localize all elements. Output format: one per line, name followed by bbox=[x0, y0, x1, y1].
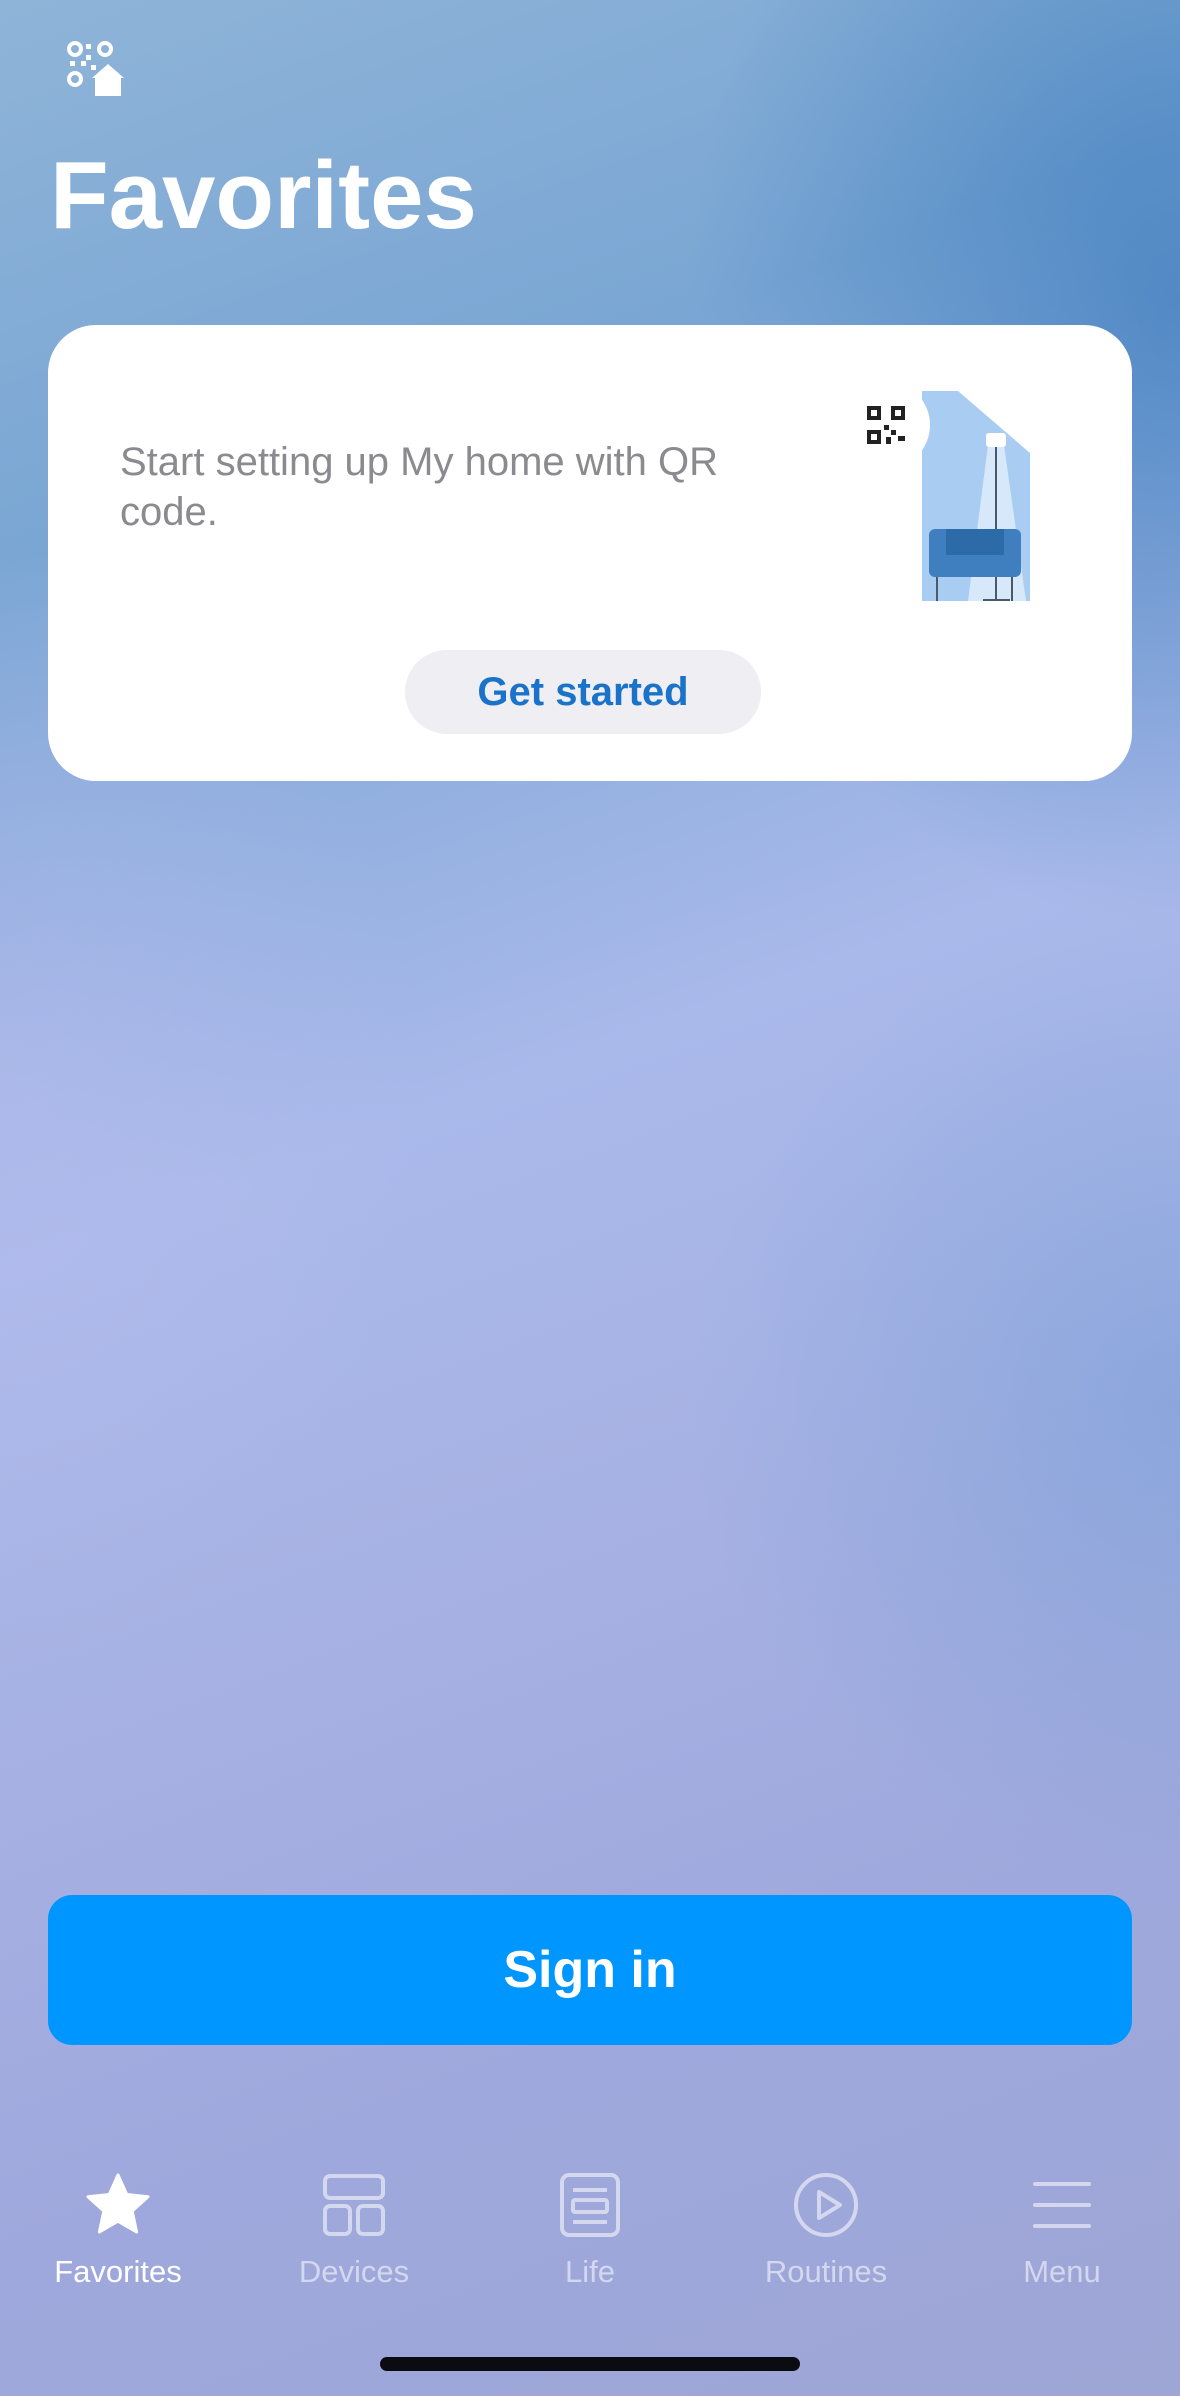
tab-label-routines: Routines bbox=[764, 2254, 888, 2289]
tab-devices[interactable]: Devices bbox=[236, 2150, 472, 2300]
play-circle-icon bbox=[791, 2170, 861, 2240]
page-title: Favorites bbox=[50, 142, 477, 249]
setup-card: Start setting up My home with QR code. G… bbox=[48, 325, 1132, 781]
tab-label-devices: Devices bbox=[298, 2254, 410, 2289]
life-icon bbox=[555, 2170, 625, 2240]
devices-grid-icon bbox=[319, 2170, 389, 2240]
tab-life[interactable]: Life bbox=[472, 2150, 708, 2300]
tab-menu[interactable]: Menu bbox=[944, 2150, 1180, 2300]
tab-label-menu: Menu bbox=[1023, 2254, 1101, 2289]
tab-favorites[interactable]: Favorites bbox=[0, 2150, 236, 2300]
qr-room-illustration bbox=[840, 381, 1070, 621]
setup-message: Start setting up My home with QR code. bbox=[120, 440, 719, 534]
qr-home-icon[interactable] bbox=[64, 38, 126, 100]
menu-icon bbox=[1027, 2170, 1097, 2240]
tab-label-favorites: Favorites bbox=[54, 2254, 182, 2289]
tab-routines[interactable]: Routines bbox=[708, 2150, 944, 2300]
tab-label-life: Life bbox=[565, 2254, 615, 2289]
home-indicator[interactable] bbox=[380, 2357, 800, 2371]
tab-bar: Favorites Devices Life Routines Menu bbox=[0, 2150, 1180, 2300]
star-icon bbox=[83, 2170, 153, 2240]
get-started-button[interactable]: Get started bbox=[405, 650, 761, 734]
sign-in-button[interactable]: Sign in bbox=[48, 1895, 1132, 2045]
